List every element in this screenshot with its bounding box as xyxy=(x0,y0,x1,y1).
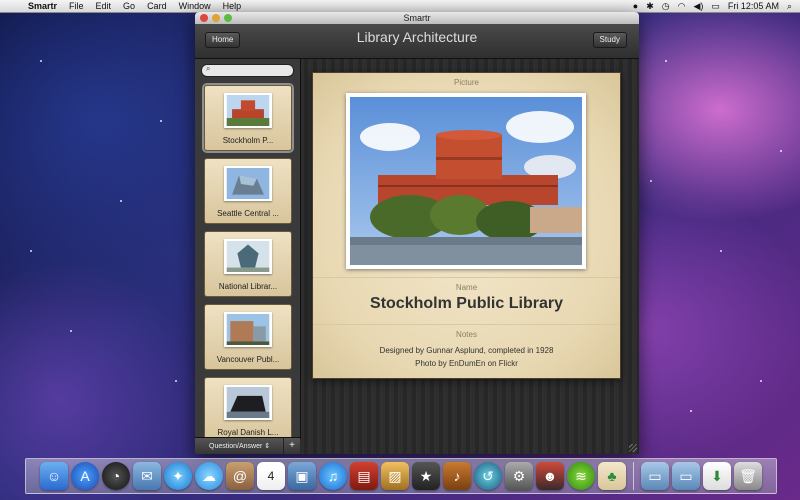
iphoto-icon[interactable]: ▣ xyxy=(288,462,316,490)
downloads-stack-icon[interactable]: ⬇ xyxy=(703,462,731,490)
game-icon[interactable]: ☻ xyxy=(536,462,564,490)
menu-go[interactable]: Go xyxy=(117,0,141,12)
card-item-stockholm[interactable]: Stockholm P... xyxy=(204,85,292,151)
smartr-window: Smartr Home Library Architecture Study ⌕… xyxy=(195,12,639,454)
menu-help[interactable]: Help xyxy=(217,0,248,12)
ical-icon[interactable]: 4 xyxy=(257,462,285,490)
divider xyxy=(313,277,620,278)
menu-card[interactable]: Card xyxy=(141,0,173,12)
finder-icon[interactable]: ☺ xyxy=(40,462,68,490)
time-machine-icon[interactable]: ◷ xyxy=(662,0,670,12)
card-thumbnail xyxy=(224,166,272,201)
ical-day: 4 xyxy=(267,469,275,483)
garageband-icon[interactable]: ♪ xyxy=(443,462,471,490)
time-machine-icon-dock[interactable]: ↺ xyxy=(474,462,502,490)
close-button[interactable] xyxy=(200,14,208,22)
card-thumbnail xyxy=(224,385,272,420)
battery-icon[interactable]: ▭ xyxy=(711,0,720,12)
ichat-icon[interactable]: ☁ xyxy=(195,462,223,490)
card-label: Royal Danish L... xyxy=(217,428,279,437)
divider xyxy=(313,324,620,325)
window-titlebar[interactable]: Smartr xyxy=(195,12,639,24)
window-title: Smartr xyxy=(403,13,431,23)
menu-window[interactable]: Window xyxy=(173,0,217,12)
card-sidebar: ⌕ Stockholm P... Seattle Central ... Nat… xyxy=(195,59,301,443)
card-list: Stockholm P... Seattle Central ... Natio… xyxy=(195,81,300,443)
app-store-icon[interactable]: A xyxy=(71,462,99,490)
study-button[interactable]: Study xyxy=(592,32,627,48)
card-thumbnail xyxy=(224,312,272,347)
resize-grip[interactable] xyxy=(629,444,637,452)
card-thumbnail xyxy=(224,239,272,274)
user-icon[interactable]: ● xyxy=(633,0,638,12)
applications-folder-icon[interactable]: ▭ xyxy=(641,462,669,490)
documents-folder-icon[interactable]: ▭ xyxy=(672,462,700,490)
menu-app-name[interactable]: Smartr xyxy=(22,0,63,12)
spotify-icon[interactable]: ≋ xyxy=(567,462,595,490)
deck-title: Library Architecture xyxy=(356,29,478,45)
menu-edit[interactable]: Edit xyxy=(90,0,118,12)
dashboard-icon[interactable]: ◔ xyxy=(102,462,130,490)
dock: ☺ A ◔ ✉ ✦ ☁ @ 4 ▣ ♫ ▤ ▨ ★ ♪ ↺ ⚙ ☻ ≋ ♣ ▭ … xyxy=(25,458,777,494)
volume-icon[interactable]: ◀) xyxy=(693,0,703,12)
card-notes-line1[interactable]: Designed by Gunnar Asplund, completed in… xyxy=(313,346,620,355)
card-item-national[interactable]: National Librar... xyxy=(204,231,292,297)
add-card-button[interactable]: + xyxy=(283,438,300,454)
card-label: Stockholm P... xyxy=(222,136,274,145)
mail-icon[interactable]: ✉ xyxy=(133,462,161,490)
card-label: Seattle Central ... xyxy=(217,209,279,218)
smartr-icon[interactable]: ♣ xyxy=(598,462,626,490)
menu-clock[interactable]: Fri 12:05 AM xyxy=(728,0,779,12)
card-notes-line2[interactable]: Photo by EnDumEn on Flickr xyxy=(313,359,620,368)
preview-icon[interactable]: ▨ xyxy=(381,462,409,490)
notes-label: Notes xyxy=(456,330,477,339)
itunes-icon[interactable]: ♫ xyxy=(319,462,347,490)
card-name[interactable]: Stockholm Public Library xyxy=(313,295,620,313)
name-label: Name xyxy=(455,283,478,292)
card-item-royal-danish[interactable]: Royal Danish L... xyxy=(204,377,292,443)
system-preferences-icon[interactable]: ⚙ xyxy=(505,462,533,490)
card-label: National Librar... xyxy=(218,282,278,291)
photo-booth-icon[interactable]: ▤ xyxy=(350,462,378,490)
card-detail-area: Picture Name Stockholm Public Library No… xyxy=(301,59,639,454)
card-mode-selector[interactable]: Question/Answer ⇕ xyxy=(209,442,270,450)
spotlight-icon[interactable]: ⌕ xyxy=(787,0,792,12)
imovie-icon[interactable]: ★ xyxy=(412,462,440,490)
minimize-button[interactable] xyxy=(212,14,220,22)
wifi-icon[interactable]: ◠ xyxy=(678,0,686,12)
card-detail-panel: Picture Name Stockholm Public Library No… xyxy=(312,72,621,379)
card-item-seattle[interactable]: Seattle Central ... xyxy=(204,158,292,224)
dock-separator xyxy=(633,462,634,490)
sidebar-bottom-bar: Question/Answer ⇕ + xyxy=(195,437,300,454)
search-icon: ⌕ xyxy=(206,64,211,73)
safari-icon[interactable]: ✦ xyxy=(164,462,192,490)
bluetooth-icon[interactable]: ✱ xyxy=(646,0,654,12)
address-book-icon[interactable]: @ xyxy=(226,462,254,490)
card-picture[interactable] xyxy=(346,93,586,269)
card-label: Vancouver Publ... xyxy=(216,355,280,364)
zoom-button[interactable] xyxy=(224,14,232,22)
search-field[interactable]: ⌕ xyxy=(201,64,294,77)
search-input[interactable] xyxy=(216,65,288,76)
trash-icon[interactable]: 🗑 xyxy=(734,462,762,490)
toolbar: Home Library Architecture Study xyxy=(195,24,639,59)
picture-label: Picture xyxy=(454,78,479,87)
card-item-vancouver[interactable]: Vancouver Publ... xyxy=(204,304,292,370)
menu-file[interactable]: File xyxy=(63,0,90,12)
card-thumbnail xyxy=(224,93,272,128)
